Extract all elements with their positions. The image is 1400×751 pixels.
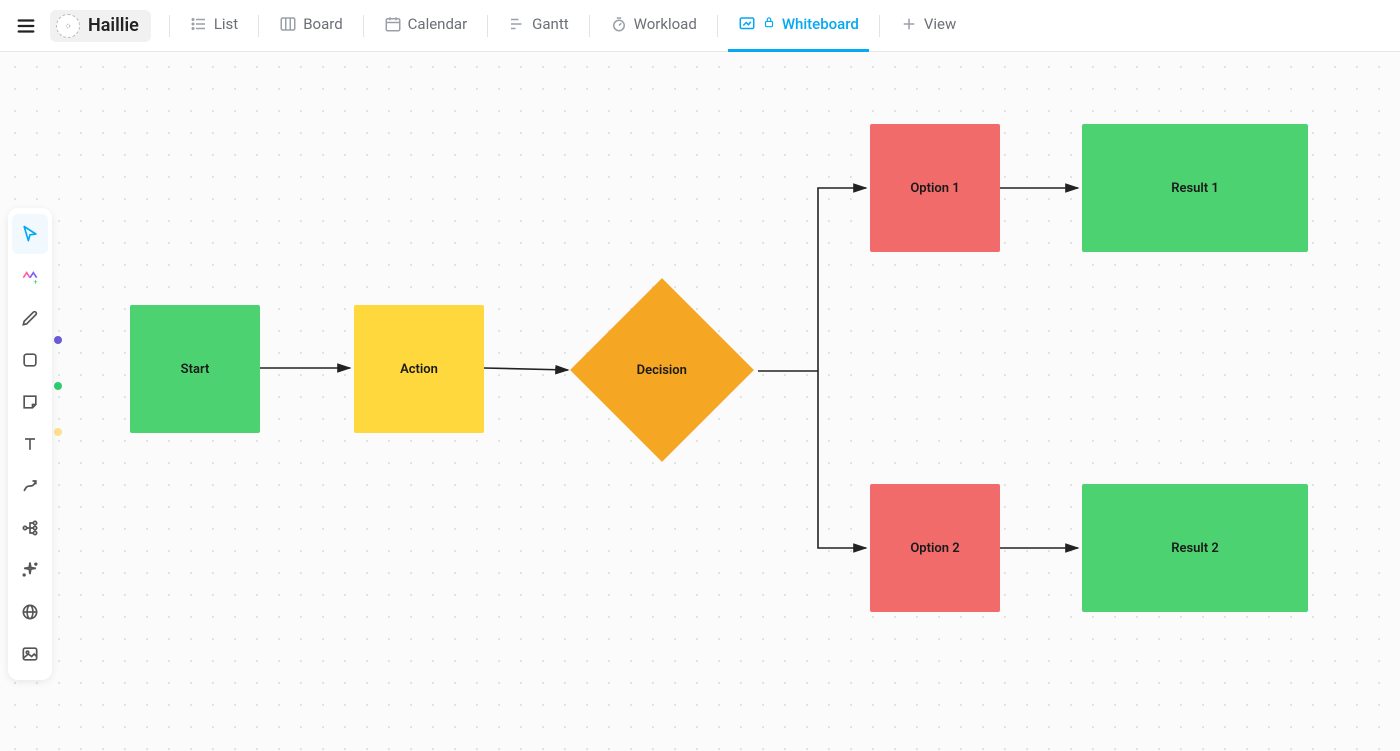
tool-sparkle[interactable]	[12, 550, 48, 590]
shape-icon	[20, 350, 40, 370]
edge-action-decision	[484, 368, 568, 370]
globe-icon	[20, 602, 40, 622]
workload-icon	[610, 15, 628, 33]
color-swatch-yellow	[54, 428, 62, 436]
sparkle-icon	[20, 560, 40, 580]
node-label: Result 1	[1171, 181, 1219, 196]
node-label: Decision	[637, 363, 687, 378]
tab-label: List	[214, 15, 238, 33]
hamburger-icon	[15, 15, 37, 37]
node-result2[interactable]: Result 2	[1082, 484, 1308, 612]
board-icon	[279, 15, 297, 33]
workspace-name: Haillie	[88, 15, 139, 36]
mindmap-icon	[20, 518, 40, 538]
node-label: Start	[181, 362, 210, 377]
node-label: Action	[400, 362, 438, 377]
tab-label: Board	[303, 15, 342, 33]
node-label: Option 1	[910, 181, 959, 196]
svg-text:+: +	[33, 277, 37, 286]
lock-icon	[762, 15, 776, 33]
workspace-avatar-icon	[56, 14, 80, 38]
pen-icon	[20, 308, 40, 328]
app-header: Haillie List Board Calendar Gantt Worklo…	[0, 0, 1400, 52]
whiteboard-icon	[738, 15, 756, 33]
tool-connector[interactable]	[12, 466, 48, 506]
tool-sticky[interactable]	[12, 382, 48, 422]
divider	[258, 15, 259, 37]
tool-select[interactable]	[12, 214, 48, 254]
plus-icon	[900, 15, 918, 33]
divider	[717, 15, 718, 37]
whiteboard-toolbar: +	[8, 208, 52, 680]
tab-label: Workload	[634, 15, 697, 33]
divider	[363, 15, 364, 37]
node-label: Option 2	[910, 541, 959, 556]
tool-image[interactable]	[12, 634, 48, 674]
tool-text[interactable]	[12, 424, 48, 464]
divider	[879, 15, 880, 37]
divider	[589, 15, 590, 37]
image-icon	[20, 644, 40, 664]
tab-label: Gantt	[532, 15, 568, 33]
color-swatch-green	[54, 382, 62, 390]
edge-branch-option1	[818, 188, 866, 371]
tool-ai[interactable]: +	[12, 256, 48, 296]
node-option2[interactable]: Option 2	[870, 484, 1000, 612]
text-icon	[20, 434, 40, 454]
tab-workload[interactable]: Workload	[600, 0, 707, 52]
cursor-icon	[20, 224, 40, 244]
tab-label: Whiteboard	[782, 15, 859, 33]
node-start[interactable]: Start	[130, 305, 260, 433]
calendar-icon	[384, 15, 402, 33]
gantt-icon	[508, 15, 526, 33]
edge-branch-option2	[818, 371, 866, 548]
tool-shape[interactable]	[12, 340, 48, 380]
tab-calendar[interactable]: Calendar	[374, 0, 478, 52]
tool-web[interactable]	[12, 592, 48, 632]
ai-icon: +	[20, 266, 40, 286]
tool-mindmap[interactable]	[12, 508, 48, 548]
node-option1[interactable]: Option 1	[870, 124, 1000, 252]
add-view-button[interactable]: View	[890, 0, 966, 52]
main-menu-button[interactable]	[12, 12, 40, 40]
tab-gantt[interactable]: Gantt	[498, 0, 578, 52]
connector-icon	[20, 476, 40, 496]
node-result1[interactable]: Result 1	[1082, 124, 1308, 252]
sticky-note-icon	[20, 392, 40, 412]
node-label: Result 2	[1171, 541, 1219, 556]
node-action[interactable]: Action	[354, 305, 484, 433]
tab-whiteboard[interactable]: Whiteboard	[728, 0, 869, 52]
tab-label: Calendar	[408, 15, 468, 33]
tab-board[interactable]: Board	[269, 0, 352, 52]
node-decision[interactable]: Decision	[570, 278, 754, 462]
tab-label: View	[924, 15, 956, 33]
divider	[487, 15, 488, 37]
workspace-selector[interactable]: Haillie	[50, 10, 151, 42]
tool-pen[interactable]	[12, 298, 48, 338]
whiteboard-canvas[interactable]: +	[0, 52, 1400, 751]
color-swatch-purple	[54, 336, 62, 344]
tab-list[interactable]: List	[180, 0, 248, 52]
list-icon	[190, 15, 208, 33]
divider	[169, 15, 170, 37]
